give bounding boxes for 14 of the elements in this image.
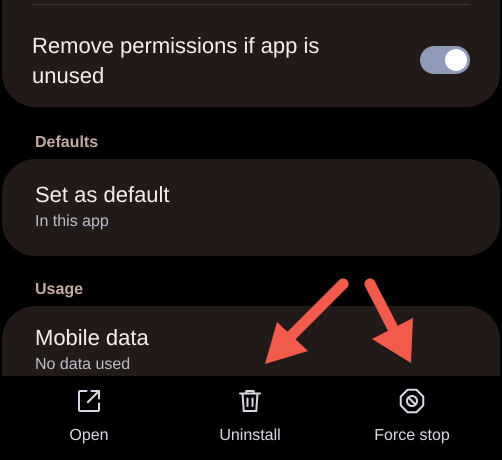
section-header: Defaults <box>34 133 100 153</box>
action-button[interactable]: Uninstall <box>178 386 322 448</box>
section-header: Usage <box>34 280 84 300</box>
item-title: Set as default <box>35 181 171 209</box>
action-button[interactable]: Force stop <box>322 386 502 448</box>
item-title: Mobile data <box>35 324 150 352</box>
settings-item[interactable]: Set as default In this app <box>2 159 500 256</box>
settings-item[interactable]: Mobile data No data used <box>2 306 500 376</box>
setting-title: Remove permissions if app is unused <box>32 32 320 90</box>
item-subtitle: No data used <box>35 355 132 375</box>
toggle-switch[interactable] <box>420 46 470 74</box>
item-subtitle: In this app <box>35 212 110 232</box>
stop-icon <box>397 386 427 416</box>
action-button[interactable]: Open <box>0 386 178 448</box>
